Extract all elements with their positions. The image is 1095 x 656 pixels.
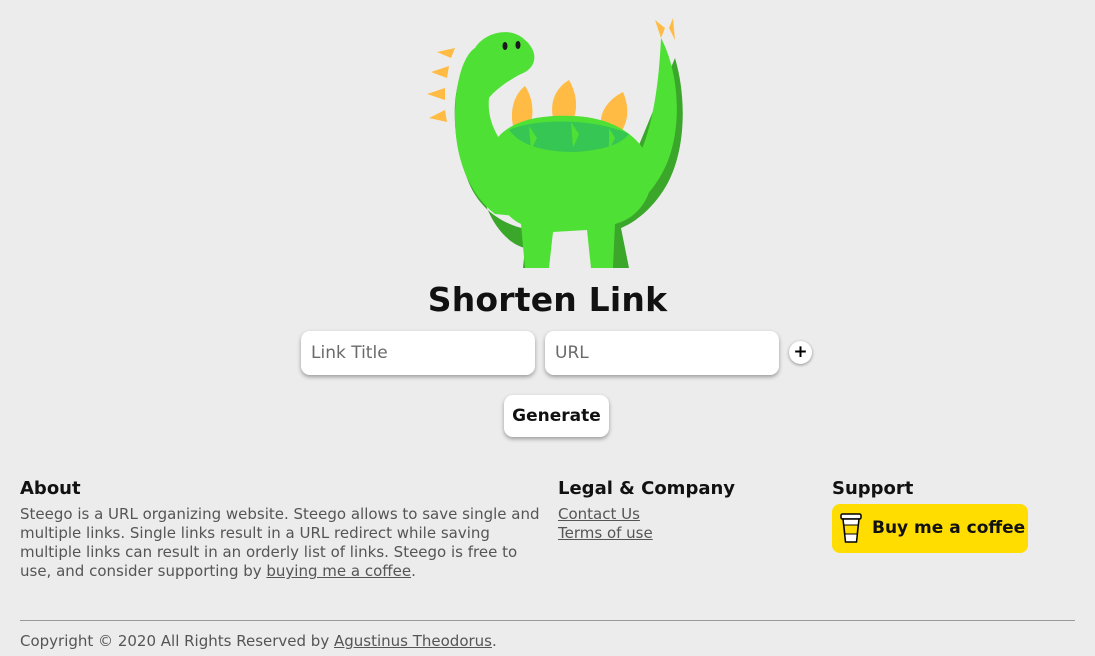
about-heading: About (20, 478, 81, 499)
legal-heading: Legal & Company (558, 478, 736, 499)
author-link[interactable]: Agustinus Theodorus (334, 632, 492, 650)
coffee-cup-icon (840, 513, 862, 543)
support-heading: Support (832, 478, 914, 499)
legal-section: Legal & Company Contact Us Terms of use (558, 478, 818, 543)
contact-us-link[interactable]: Contact Us (558, 505, 818, 524)
page-title: Shorten Link (427, 280, 668, 319)
footer-divider (20, 620, 1075, 621)
plus-icon: + (793, 342, 808, 362)
support-section: Support Buy me a coffee (832, 478, 1072, 553)
add-link-button[interactable]: + (789, 341, 812, 364)
about-section: About Steego is a URL organizing website… (20, 478, 550, 581)
buy-coffee-link[interactable]: buying me a coffee (266, 562, 411, 580)
terms-of-use-link[interactable]: Terms of use (558, 524, 818, 543)
generate-button[interactable]: Generate (504, 395, 609, 437)
stegosaurus-dinosaur-icon (427, 18, 683, 268)
buy-me-a-coffee-button[interactable]: Buy me a coffee (832, 504, 1028, 553)
url-input[interactable] (545, 331, 779, 375)
link-title-input[interactable] (301, 331, 535, 375)
hero-section: Shorten Link + Generate (0, 0, 1095, 445)
buy-me-a-coffee-label: Buy me a coffee (872, 518, 1026, 538)
about-text: Steego is a URL organizing website. Stee… (20, 505, 540, 580)
copyright-text: Copyright © 2020 All Rights Reserved by … (20, 632, 497, 650)
